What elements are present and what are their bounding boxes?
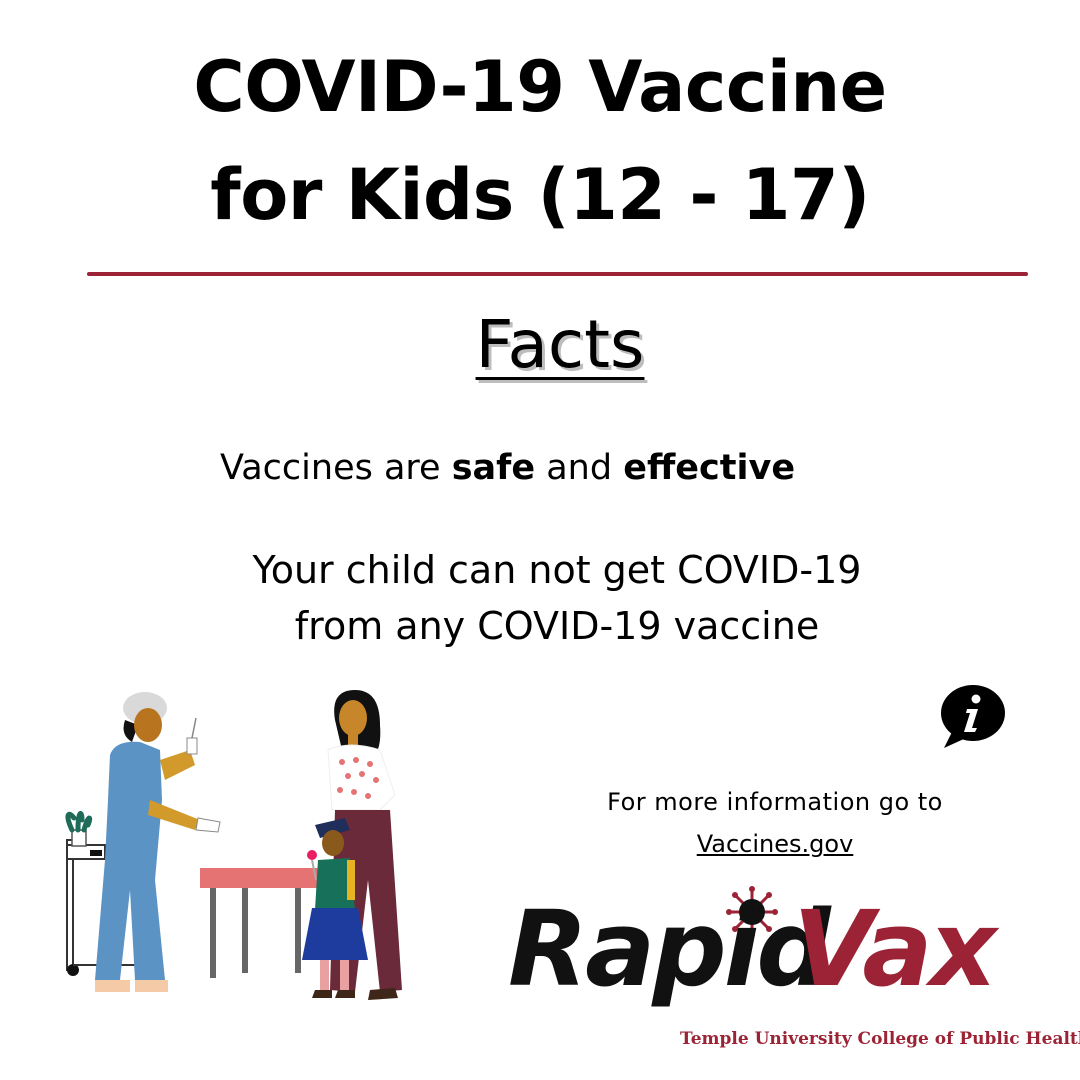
title-line-2: for Kids (12 - 17) xyxy=(210,154,870,236)
logo-word-rapid: Rapid xyxy=(508,888,831,1010)
vaccination-illustration xyxy=(65,690,402,1000)
title-divider xyxy=(87,272,1028,276)
fact-cannot-get-covid: Your child can not get COVID-19 from any… xyxy=(0,542,1080,654)
rapidvax-logo: Rapid Vax Temple University College of P… xyxy=(500,885,1080,1065)
logo-word-vax: Vax xyxy=(793,888,997,1010)
fact1-prefix: Vaccines are xyxy=(220,448,452,488)
table xyxy=(200,868,320,978)
more-info-text: For more information go to xyxy=(607,788,943,816)
fact2-line-2: from any COVID-19 vaccine xyxy=(294,604,820,648)
nurse-figure xyxy=(95,692,221,992)
title-line-1: COVID-19 Vaccine xyxy=(193,46,887,128)
vaccines-gov-link[interactable]: Vaccines.gov xyxy=(540,830,1010,859)
fact1-safe: safe xyxy=(451,448,536,488)
fact1-effective: effective xyxy=(623,448,796,488)
facts-heading: Facts xyxy=(475,306,645,383)
fact1-mid: and xyxy=(535,448,624,488)
fact2-line-1: Your child can not get COVID-19 xyxy=(252,548,862,592)
info-speech-bubble-icon xyxy=(941,685,1005,748)
logo-subtitle: Temple University College of Public Heal… xyxy=(680,1029,1080,1049)
fact-vaccines-safe: Vaccines are safe and effective xyxy=(220,447,795,489)
